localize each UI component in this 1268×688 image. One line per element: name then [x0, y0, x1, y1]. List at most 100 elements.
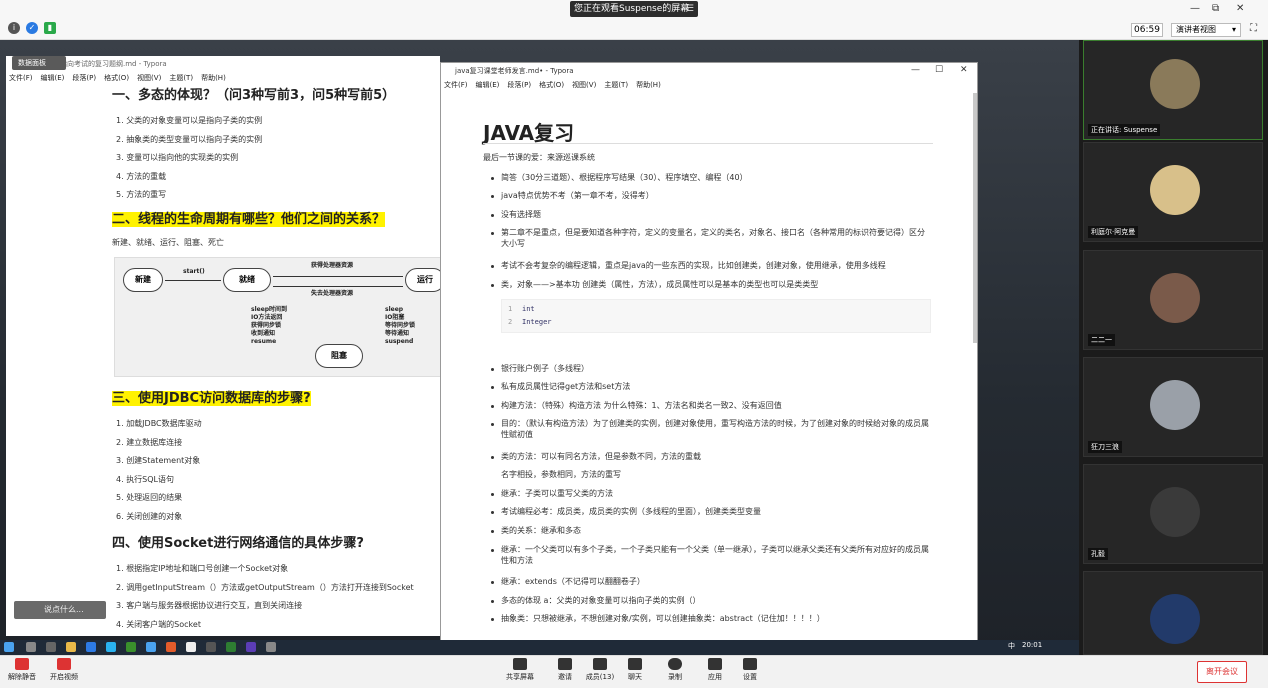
app-icon[interactable] [266, 642, 276, 652]
menu-view[interactable]: 视图(V) [137, 74, 161, 82]
menu-theme[interactable]: 主题(T) [169, 74, 193, 82]
maximize-icon[interactable]: ☐ [935, 65, 943, 75]
list-item: 私有成员属性记得get方法和set方法 [501, 382, 631, 391]
list-item: 目的：（默认有构造方法）为了创建类的实例，创建对象使用，重写构造方法的时候，为了… [501, 419, 929, 439]
code-line: Integer [522, 318, 552, 326]
avatar [1150, 594, 1200, 644]
close-icon[interactable]: ✕ [960, 65, 968, 75]
chat-input[interactable]: 说点什么... [14, 601, 106, 619]
polymorphism-list: 1. 父类的对象变量可以是指向子类的实例 2. 抽象类的类型变量可以指向子类的实… [116, 112, 262, 205]
info-icon[interactable]: i [8, 22, 20, 34]
menu-paragraph[interactable]: 段落(P) [72, 74, 96, 82]
list-item: 考试不会考复杂的编程逻辑，重点是java的一些东西的实现，比如创建类，创建对象，… [501, 261, 886, 270]
menu-file[interactable]: 文件(F) [444, 81, 468, 89]
list-item: 1. 父类的对象变量可以是指向子类的实例 [116, 116, 263, 125]
list-item: 类，对象——>基本功 创建类（属性，方法），成员属性可以是基本的类型也可以是类类… [501, 280, 819, 289]
participant-tile[interactable]: 孔毅 [1083, 464, 1263, 564]
unmute-button[interactable]: 解除静音 [2, 658, 42, 682]
bullet [491, 232, 494, 235]
list-item: 4. 关闭客户端的Socket [116, 619, 201, 629]
data-panel-button[interactable]: 数据面板 [12, 56, 66, 70]
restore-icon[interactable]: ⧉ [1212, 3, 1219, 14]
code-block[interactable]: 1 int 2 Integer [501, 299, 931, 333]
participant-name: 狂刀三浪 [1088, 441, 1122, 453]
share-screen-icon [513, 658, 527, 670]
app-icon[interactable] [246, 642, 256, 652]
arrow-new-ready [165, 280, 221, 281]
chevron-down-icon: ▾ [1231, 25, 1236, 34]
menu-format[interactable]: 格式(O) [539, 81, 564, 89]
gear-icon [743, 658, 757, 670]
list-item: 5. 方法的重写 [116, 190, 167, 199]
chrome-icon[interactable] [166, 642, 176, 652]
signal-icon[interactable]: ▮ [44, 22, 56, 34]
shared-screen: 指向考试的复习题纲.md - Typora 数据面板 文件(F) 编辑(E) 段落(… [0, 40, 1079, 655]
share-screen-button[interactable]: 共享屏幕 [500, 658, 540, 682]
close-icon[interactable]: ✕ [1236, 3, 1244, 14]
minimize-icon[interactable]: — [1190, 3, 1200, 14]
avatar [1150, 165, 1200, 215]
app-icon[interactable] [226, 642, 236, 652]
heading-socket: 四、使用Socket进行网络通信的具体步骤? [112, 536, 364, 551]
app-icon[interactable] [126, 642, 136, 652]
windows-start-icon[interactable] [4, 642, 14, 652]
menu-edit[interactable]: 编辑(E) [476, 81, 500, 89]
left-menubar: 文件(F) 编辑(E) 段落(P) 格式(O) 视图(V) 主题(T) 帮助(H) [6, 72, 440, 84]
view-mode-select[interactable]: 演讲者视图 ▾ [1171, 23, 1241, 37]
start-video-button[interactable]: 开启视频 [44, 658, 84, 682]
fullscreen-icon[interactable]: ⛶ [1250, 23, 1257, 34]
list-item: 构建方法：（特殊）构造方法 为什么特殊：1、方法名和类名一致2、没有返回值 [501, 401, 782, 410]
menu-help[interactable]: 帮助(H) [201, 74, 226, 82]
chat-icon [628, 658, 642, 670]
bullet [491, 581, 494, 584]
menu-icon[interactable]: ☰ [686, 1, 694, 17]
bullet [491, 456, 494, 459]
leave-meeting-button[interactable]: 离开会议 [1197, 661, 1247, 683]
scrollbar[interactable] [973, 93, 977, 343]
line-number: 2 [508, 318, 513, 326]
apps-button[interactable]: 应用 [695, 658, 735, 682]
menu-view[interactable]: 视图(V) [572, 81, 596, 89]
edge-icon[interactable] [106, 642, 116, 652]
participant-tile[interactable]: 利庭尔·阿克曼 [1083, 142, 1263, 242]
bullet [491, 386, 494, 389]
line-number: 1 [508, 305, 513, 313]
record-button[interactable]: 录制 [655, 658, 695, 682]
right-typora-window: java复习课堂老师发言.md• - Typora — ☐ ✕ 文件(F) 编辑(… [440, 62, 978, 655]
participant-tile[interactable]: 正在讲话: Suspense [1083, 40, 1263, 140]
menu-format[interactable]: 格式(O) [104, 74, 129, 82]
input-language[interactable]: 中 [1008, 641, 1015, 651]
menu-paragraph[interactable]: 段落(P) [507, 81, 531, 89]
list-item: 继承：子类可以重写父类的方法 [501, 489, 613, 498]
menu-theme[interactable]: 主题(T) [604, 81, 628, 89]
share-banner[interactable]: 您正在观看Suspense的屏幕 ☰ [570, 1, 698, 17]
chat-button[interactable]: 聊天 [615, 658, 655, 682]
typora-icon[interactable] [206, 642, 216, 652]
vscode-icon[interactable] [86, 642, 96, 652]
menu-edit[interactable]: 编辑(E) [41, 74, 65, 82]
list-item: 6. 关闭创建的对象 [116, 511, 183, 521]
search-icon[interactable] [26, 642, 36, 652]
bullet [491, 177, 494, 180]
task-view-icon[interactable] [46, 642, 56, 652]
menu-help[interactable]: 帮助(H) [636, 81, 661, 89]
members-button[interactable]: 成员(13) [580, 658, 620, 682]
participants-panel: 正在讲话: Suspense 利庭尔·阿克曼 二二一 狂刀三浪 孔毅 [1079, 40, 1268, 655]
app-icon[interactable] [146, 642, 156, 652]
node-new: 新建 [123, 268, 163, 292]
participant-name: 利庭尔·阿克曼 [1088, 226, 1139, 238]
arrow-ready-run [273, 276, 403, 277]
menu-file[interactable]: 文件(F) [9, 74, 33, 82]
folder-icon[interactable] [66, 642, 76, 652]
settings-button[interactable]: 设置 [730, 658, 770, 682]
participant-tile[interactable] [1083, 571, 1263, 655]
participant-tile[interactable]: 狂刀三浪 [1083, 357, 1263, 457]
minimize-icon[interactable]: — [911, 65, 920, 75]
list-item: 3. 创建Statement对象 [116, 456, 201, 465]
list-item: 1. 根据指定IP地址和端口号创建一个Socket对象 [116, 564, 289, 573]
participant-tile[interactable]: 二二一 [1083, 250, 1263, 350]
list-item: 2. 建立数据库连接 [116, 437, 183, 447]
shield-icon[interactable]: ✓ [26, 22, 38, 34]
invite-button[interactable]: 邀请 [545, 658, 585, 682]
typora-icon[interactable] [186, 642, 196, 652]
